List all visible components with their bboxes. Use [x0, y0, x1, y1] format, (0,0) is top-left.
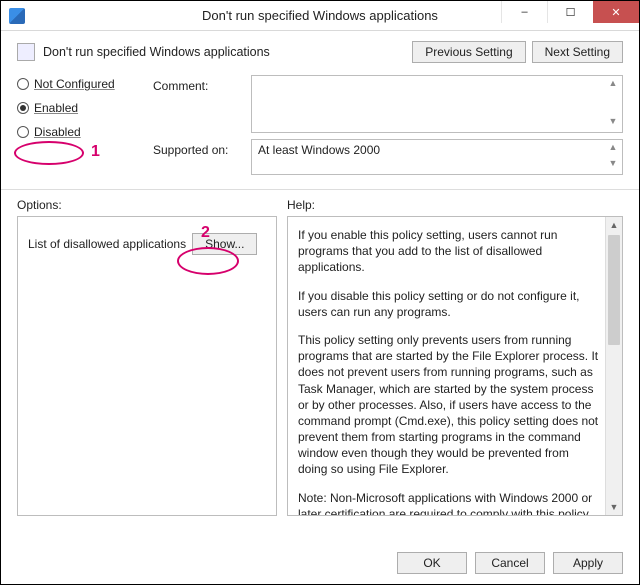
options-panel: List of disallowed applications Show...	[17, 216, 277, 516]
scroll-down-icon[interactable]: ▼	[606, 499, 622, 515]
radio-label: Not Configured	[34, 77, 115, 91]
close-button[interactable]: ✕	[593, 1, 639, 23]
radio-label: Enabled	[34, 101, 78, 115]
maximize-button[interactable]: ☐	[547, 1, 593, 23]
state-radio-group: Not Configured Enabled Disabled	[17, 75, 137, 181]
help-p4: Note: Non-Microsoft applications with Wi…	[298, 490, 600, 515]
comment-label: Comment:	[153, 75, 243, 133]
comment-textarea[interactable]: ▲ ▼	[251, 75, 623, 133]
help-p3: This policy setting only prevents users …	[298, 332, 600, 478]
heading-row: Don't run specified Windows applications…	[17, 41, 623, 63]
radio-label: Disabled	[34, 125, 81, 139]
radio-not-configured[interactable]: Not Configured	[17, 77, 137, 91]
help-scrollbar[interactable]: ▲ ▼	[605, 217, 622, 515]
radio-dot-icon	[17, 126, 29, 138]
footer-buttons: OK Cancel Apply	[397, 552, 623, 574]
ok-button[interactable]: OK	[397, 552, 467, 574]
help-p1: If you enable this policy setting, users…	[298, 227, 600, 276]
help-panel: If you enable this policy setting, users…	[287, 216, 623, 516]
heading-left: Don't run specified Windows applications	[17, 43, 270, 61]
radio-disabled[interactable]: Disabled	[17, 125, 137, 139]
config-area: Not Configured Enabled Disabled Comment:…	[17, 75, 623, 181]
titlebar: Don't run specified Windows applications…	[1, 1, 639, 31]
policy-title: Don't run specified Windows applications	[43, 45, 270, 59]
scroll-up-icon[interactable]: ▲	[606, 142, 620, 156]
panels: List of disallowed applications Show... …	[1, 216, 639, 516]
supported-value: At least Windows 2000	[252, 140, 622, 160]
nav-buttons: Previous Setting Next Setting	[412, 41, 623, 63]
labels-row: Options: Help:	[1, 190, 639, 216]
comment-row: Comment: ▲ ▼	[153, 75, 623, 133]
radio-dot-icon	[17, 102, 29, 114]
show-button[interactable]: Show...	[192, 233, 257, 255]
cancel-button[interactable]: Cancel	[475, 552, 545, 574]
scroll-down-icon[interactable]: ▼	[606, 158, 620, 172]
app-system-icon	[9, 8, 25, 24]
help-p2: If you disable this policy setting or do…	[298, 288, 600, 320]
scroll-down-icon[interactable]: ▼	[606, 116, 620, 130]
comment-value	[252, 76, 622, 82]
fields-column: Comment: ▲ ▼ Supported on: At least Wind…	[153, 75, 623, 181]
supported-box: At least Windows 2000 ▲ ▼	[251, 139, 623, 175]
scrollbar-thumb[interactable]	[608, 235, 620, 345]
window-buttons: – ☐ ✕	[501, 1, 639, 23]
help-label: Help:	[287, 198, 623, 212]
disallowed-list-label: List of disallowed applications	[28, 237, 186, 251]
scroll-up-icon[interactable]: ▲	[606, 78, 620, 92]
help-text: If you enable this policy setting, users…	[288, 217, 622, 515]
policy-icon	[17, 43, 35, 61]
apply-button[interactable]: Apply	[553, 552, 623, 574]
radio-enabled[interactable]: Enabled	[17, 101, 137, 115]
next-setting-button[interactable]: Next Setting	[532, 41, 623, 63]
options-label: Options:	[17, 198, 287, 212]
scroll-up-icon[interactable]: ▲	[606, 217, 622, 233]
options-row: List of disallowed applications Show...	[18, 217, 276, 271]
supported-row: Supported on: At least Windows 2000 ▲ ▼	[153, 139, 623, 175]
previous-setting-button[interactable]: Previous Setting	[412, 41, 525, 63]
minimize-button[interactable]: –	[501, 1, 547, 23]
radio-dot-icon	[17, 78, 29, 90]
supported-label: Supported on:	[153, 139, 243, 175]
header-section: Don't run specified Windows applications…	[1, 31, 639, 190]
